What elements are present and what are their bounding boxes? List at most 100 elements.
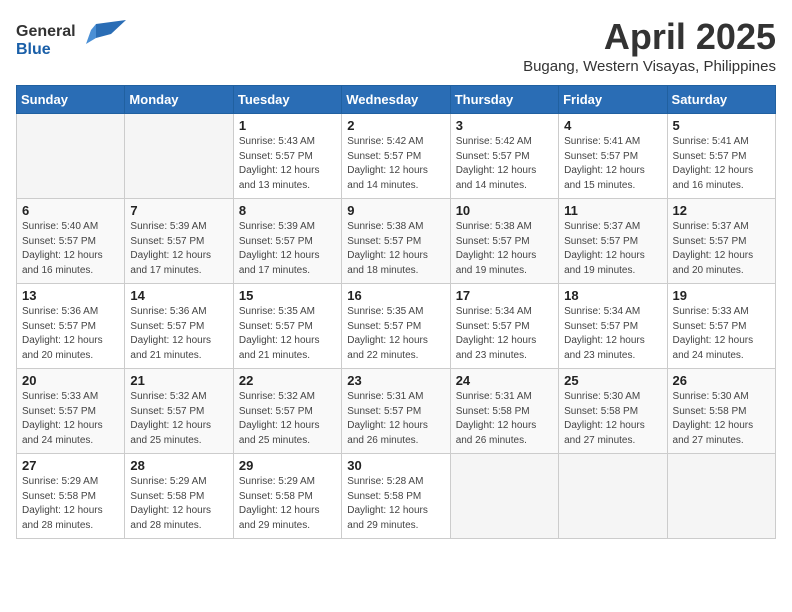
calendar-day-cell: 25 Sunrise: 5:30 AMSunset: 5:58 PMDayligh… [559, 369, 667, 454]
day-number: 15 [239, 288, 336, 303]
calendar-week-row: 6 Sunrise: 5:40 AMSunset: 5:57 PMDaylight… [17, 199, 776, 284]
day-number: 13 [22, 288, 119, 303]
calendar-day-cell: 1 Sunrise: 5:43 AMSunset: 5:57 PMDaylight… [233, 114, 341, 199]
calendar-day-cell: 17 Sunrise: 5:34 AMSunset: 5:57 PMDayligh… [450, 284, 558, 369]
day-info: Sunrise: 5:39 AMSunset: 5:57 PMDaylight:… [130, 220, 227, 278]
day-number: 4 [564, 118, 661, 133]
day-info: Sunrise: 5:36 AMSunset: 5:57 PMDaylight:… [130, 305, 227, 363]
calendar-day-cell: 21 Sunrise: 5:32 AMSunset: 5:57 PMDayligh… [125, 369, 233, 454]
calendar-day-cell: 11 Sunrise: 5:37 AMSunset: 5:57 PMDayligh… [559, 199, 667, 284]
calendar-day-cell: 20 Sunrise: 5:33 AMSunset: 5:57 PMDayligh… [17, 369, 125, 454]
day-number: 28 [130, 458, 227, 473]
calendar-day-cell: 28 Sunrise: 5:29 AMSunset: 5:58 PMDayligh… [125, 454, 233, 539]
day-number: 9 [347, 203, 444, 218]
weekday-header: Saturday [667, 86, 775, 114]
calendar-day-cell: 23 Sunrise: 5:31 AMSunset: 5:57 PMDayligh… [342, 369, 450, 454]
svg-text:Blue: Blue [16, 41, 51, 58]
calendar-day-cell: 8 Sunrise: 5:39 AMSunset: 5:57 PMDaylight… [233, 199, 341, 284]
day-info: Sunrise: 5:35 AMSunset: 5:57 PMDaylight:… [347, 305, 444, 363]
day-info: Sunrise: 5:33 AMSunset: 5:57 PMDaylight:… [22, 390, 119, 448]
month-title: April 2025 [523, 16, 776, 58]
day-info: Sunrise: 5:30 AMSunset: 5:58 PMDaylight:… [673, 390, 770, 448]
day-number: 6 [22, 203, 119, 218]
calendar-day-cell [559, 454, 667, 539]
day-info: Sunrise: 5:39 AMSunset: 5:57 PMDaylight:… [239, 220, 336, 278]
weekday-header: Monday [125, 86, 233, 114]
calendar-day-cell: 7 Sunrise: 5:39 AMSunset: 5:57 PMDaylight… [125, 199, 233, 284]
day-info: Sunrise: 5:29 AMSunset: 5:58 PMDaylight:… [130, 475, 227, 533]
day-number: 1 [239, 118, 336, 133]
weekday-header: Thursday [450, 86, 558, 114]
day-number: 17 [456, 288, 553, 303]
day-info: Sunrise: 5:34 AMSunset: 5:57 PMDaylight:… [456, 305, 553, 363]
calendar-day-cell [667, 454, 775, 539]
day-info: Sunrise: 5:43 AMSunset: 5:57 PMDaylight:… [239, 135, 336, 193]
calendar-day-cell: 18Sunrise: 5:34 AMSunset: 5:57 PMDayligh… [559, 284, 667, 369]
day-number: 3 [456, 118, 553, 133]
day-info: Sunrise: 5:30 AMSunset: 5:58 PMDaylight:… [564, 390, 661, 448]
day-info: Sunrise: 5:29 AMSunset: 5:58 PMDaylight:… [22, 475, 119, 533]
day-number: 29 [239, 458, 336, 473]
calendar-header-row: SundayMondayTuesdayWednesdayThursdayFrid… [17, 86, 776, 114]
day-number: 20 [22, 373, 119, 388]
calendar-day-cell: 27 Sunrise: 5:29 AMSunset: 5:58 PMDayligh… [17, 454, 125, 539]
day-number: 25 [564, 373, 661, 388]
calendar-week-row: 20 Sunrise: 5:33 AMSunset: 5:57 PMDayligh… [17, 369, 776, 454]
day-number: 27 [22, 458, 119, 473]
calendar-table: SundayMondayTuesdayWednesdayThursdayFrid… [16, 85, 776, 539]
day-number: 11 [564, 203, 661, 218]
day-info: Sunrise: 5:32 AMSunset: 5:57 PMDaylight:… [239, 390, 336, 448]
calendar-day-cell: 10Sunrise: 5:38 AMSunset: 5:57 PMDayligh… [450, 199, 558, 284]
calendar-day-cell: 16 Sunrise: 5:35 AMSunset: 5:57 PMDayligh… [342, 284, 450, 369]
calendar-day-cell: 15 Sunrise: 5:35 AMSunset: 5:57 PMDayligh… [233, 284, 341, 369]
day-number: 14 [130, 288, 227, 303]
day-info: Sunrise: 5:38 AMSunset: 5:57 PMDaylight:… [347, 220, 444, 278]
calendar-week-row: 27 Sunrise: 5:29 AMSunset: 5:58 PMDayligh… [17, 454, 776, 539]
page-header: General Blue April 2025 Bugang, Western … [16, 16, 776, 75]
day-info: Sunrise: 5:31 AMSunset: 5:58 PMDaylight:… [456, 390, 553, 448]
day-number: 19 [673, 288, 770, 303]
day-number: 22 [239, 373, 336, 388]
calendar-day-cell [17, 114, 125, 199]
calendar-week-row: 1 Sunrise: 5:43 AMSunset: 5:57 PMDaylight… [17, 114, 776, 199]
calendar-day-cell [125, 114, 233, 199]
calendar-day-cell: 19 Sunrise: 5:33 AMSunset: 5:57 PMDayligh… [667, 284, 775, 369]
day-number: 23 [347, 373, 444, 388]
calendar-day-cell: 4 Sunrise: 5:41 AMSunset: 5:57 PMDaylight… [559, 114, 667, 199]
calendar-day-cell: 30Sunrise: 5:28 AMSunset: 5:58 PMDayligh… [342, 454, 450, 539]
day-number: 2 [347, 118, 444, 133]
day-info: Sunrise: 5:40 AMSunset: 5:57 PMDaylight:… [22, 220, 119, 278]
svg-text:General: General [16, 23, 76, 40]
day-number: 21 [130, 373, 227, 388]
calendar-day-cell: 13Sunrise: 5:36 AMSunset: 5:57 PMDayligh… [17, 284, 125, 369]
day-number: 16 [347, 288, 444, 303]
day-info: Sunrise: 5:32 AMSunset: 5:57 PMDaylight:… [130, 390, 227, 448]
day-info: Sunrise: 5:33 AMSunset: 5:57 PMDaylight:… [673, 305, 770, 363]
day-info: Sunrise: 5:37 AMSunset: 5:57 PMDaylight:… [673, 220, 770, 278]
calendar-day-cell: 9 Sunrise: 5:38 AMSunset: 5:57 PMDaylight… [342, 199, 450, 284]
day-number: 7 [130, 203, 227, 218]
day-number: 5 [673, 118, 770, 133]
day-number: 8 [239, 203, 336, 218]
day-info: Sunrise: 5:28 AMSunset: 5:58 PMDaylight:… [347, 475, 444, 533]
calendar-day-cell: 6 Sunrise: 5:40 AMSunset: 5:57 PMDaylight… [17, 199, 125, 284]
day-info: Sunrise: 5:35 AMSunset: 5:57 PMDaylight:… [239, 305, 336, 363]
calendar-day-cell: 2Sunrise: 5:42 AMSunset: 5:57 PMDaylight… [342, 114, 450, 199]
day-info: Sunrise: 5:31 AMSunset: 5:57 PMDaylight:… [347, 390, 444, 448]
day-number: 24 [456, 373, 553, 388]
weekday-header: Wednesday [342, 86, 450, 114]
calendar-day-cell: 12 Sunrise: 5:37 AMSunset: 5:57 PMDayligh… [667, 199, 775, 284]
day-number: 12 [673, 203, 770, 218]
calendar-day-cell [450, 454, 558, 539]
calendar-day-cell: 24 Sunrise: 5:31 AMSunset: 5:58 PMDayligh… [450, 369, 558, 454]
day-number: 10 [456, 203, 553, 218]
calendar-day-cell: 26 Sunrise: 5:30 AMSunset: 5:58 PMDayligh… [667, 369, 775, 454]
day-number: 26 [673, 373, 770, 388]
day-info: Sunrise: 5:37 AMSunset: 5:57 PMDaylight:… [564, 220, 661, 278]
day-info: Sunrise: 5:34 AMSunset: 5:57 PMDaylight:… [564, 305, 661, 363]
day-info: Sunrise: 5:41 AMSunset: 5:57 PMDaylight:… [564, 135, 661, 193]
day-info: Sunrise: 5:41 AMSunset: 5:57 PMDaylight:… [673, 135, 770, 193]
logo-text: General Blue [16, 16, 126, 65]
weekday-header: Tuesday [233, 86, 341, 114]
calendar-day-cell: 22 Sunrise: 5:32 AMSunset: 5:57 PMDayligh… [233, 369, 341, 454]
